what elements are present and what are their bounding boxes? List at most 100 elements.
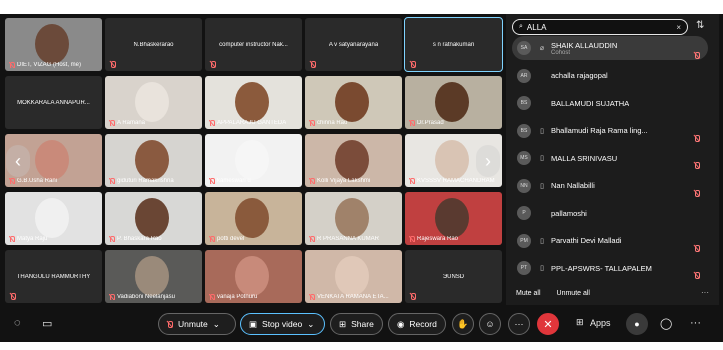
chevron-down-icon[interactable]: ⌄: [307, 319, 314, 330]
participant-tile[interactable]: ЭUNSD: [405, 250, 502, 303]
mic-off-icon: [694, 162, 700, 169]
participant-tile[interactable]: Matya Raju: [5, 192, 102, 245]
clear-search-icon[interactable]: ×: [676, 23, 681, 32]
participant-tile[interactable]: s n ratnakumari: [404, 17, 503, 72]
unmute-all-button[interactable]: Unmute all: [557, 290, 590, 297]
participant-name: Nan Nallabilli: [551, 181, 595, 190]
participant-face: [235, 256, 269, 296]
mic-off-icon: [209, 294, 215, 300]
apps-button[interactable]: Apps: [590, 318, 611, 328]
hand-raise-button[interactable]: ✋: [452, 313, 474, 335]
participant-tile[interactable]: A v satyanarayana: [305, 18, 402, 71]
previous-page-arrow[interactable]: ‹: [6, 145, 30, 177]
search-query[interactable]: ALLA: [527, 23, 672, 32]
participant-face: [235, 140, 269, 180]
mute-all-button[interactable]: Mute all: [516, 290, 541, 297]
tile-name-label: chinna Rao: [309, 120, 347, 126]
tile-name-text: chinna Rao: [317, 120, 348, 126]
sort-icon[interactable]: ⇅: [696, 20, 704, 31]
stop-video-button[interactable]: ▣ Stop video ⌄: [240, 313, 325, 335]
tile-name-label: Dr.Prasad: [409, 120, 444, 126]
participant-tile[interactable]: DIET, VIZAG (Host, me): [5, 18, 102, 71]
chat-icon[interactable]: ◯: [660, 317, 672, 330]
video-grid: DIET, VIZAG (Host, me) N.Bhaskerarao compu…: [3, 17, 503, 305]
avatar: BS: [517, 96, 531, 110]
more-options-button[interactable]: ···: [508, 313, 530, 335]
participant-face: [335, 256, 369, 296]
participant-row[interactable]: BS BALLAMUDI SUJATHA: [512, 91, 708, 115]
participant-tile[interactable]: vanaja Potnuru: [205, 250, 302, 303]
participant-row[interactable]: PT ▯ PPL-APSWRS- TALLAPALEM: [512, 256, 708, 280]
captions-icon[interactable]: ▭: [42, 317, 52, 330]
tile-name-text: G.B.Usha Rani: [17, 178, 58, 184]
participant-row[interactable]: Ppallamoshi: [512, 201, 708, 225]
participant-tile[interactable]: APPALARAJU GANTEDA: [205, 76, 302, 129]
panel-more-button[interactable]: ···: [701, 288, 709, 297]
participant-tile[interactable]: kameswari u: [205, 134, 302, 187]
participant-tile[interactable]: P. Bhaskara Rao: [105, 192, 202, 245]
participant-search-input[interactable]: ⌕ ALLA ×: [512, 19, 688, 35]
participant-name: PPL-APSWRS- TALLAPALEM: [551, 263, 652, 273]
more-panels-icon[interactable]: ···: [690, 317, 701, 329]
participant-row[interactable]: SA ⌀ SHAIK ALLAUDDIN Cohost: [512, 36, 708, 60]
mic-off-icon: [694, 189, 700, 197]
mic-off-icon: [110, 61, 116, 68]
participant-tile[interactable]: A Ramana: [105, 76, 202, 129]
next-page-arrow[interactable]: ›: [476, 145, 500, 177]
participant-face: [35, 198, 69, 238]
participant-mute-status[interactable]: [694, 265, 700, 283]
participants-button[interactable]: ●: [626, 313, 648, 335]
participant-tile[interactable]: Dr.Prasad: [405, 76, 502, 129]
participant-mute-status[interactable]: [694, 155, 700, 173]
share-icon: ⊞: [339, 318, 347, 329]
participant-tile[interactable]: R PRASANNA KUMAR: [305, 192, 402, 245]
participant-tile[interactable]: Kolli Vijaya Lakshmi: [305, 134, 402, 187]
leave-meeting-button[interactable]: ✕: [537, 313, 559, 335]
participant-tile[interactable]: potti devel: [205, 192, 302, 245]
avatar: SA: [517, 41, 531, 55]
tile-name-label: A Ramana: [109, 120, 145, 126]
participant-tile[interactable]: MOKKARALA ANNAPUR...: [5, 76, 102, 129]
participant-tile[interactable]: Vadiaboni Neelanjasu: [105, 250, 202, 303]
participant-row[interactable]: BS ▯ Bhallamudi Raja Rama ling...: [512, 119, 708, 143]
unmute-button[interactable]: Unmute ⌄: [158, 313, 236, 335]
tile-name-label: VENKATA RAMANA ETA...: [309, 294, 389, 300]
device-icon: ▯: [540, 237, 544, 245]
share-button[interactable]: ⊞ Share: [330, 313, 383, 335]
participant-tile[interactable]: Rajeswara Rao: [405, 192, 502, 245]
tile-name-label: MOKKARALA ANNAPUR...: [9, 76, 98, 129]
participant-tile[interactable]: computer instructor Nak...: [205, 18, 302, 71]
reactions-icon[interactable]: ◌: [14, 317, 21, 329]
tile-name-text: P. Bhaskara Rao: [117, 236, 162, 242]
mic-off-icon: [310, 61, 316, 68]
participant-mute-status[interactable]: [694, 238, 700, 256]
mic-off-icon: [209, 178, 215, 184]
chevron-down-icon[interactable]: ⌄: [213, 319, 220, 330]
participant-row[interactable]: PM ▯ Parvathi Devi Malladi: [512, 229, 708, 253]
participant-tile[interactable]: THANGULU RAMMURTHY: [5, 250, 102, 303]
record-icon: ◉: [397, 318, 405, 329]
tile-name-label: G.B.Usha Rani: [9, 178, 57, 184]
participant-face: [35, 140, 69, 180]
tile-name-text: Kolli Vijaya Lakshmi: [317, 178, 371, 184]
participant-mute-status[interactable]: [694, 128, 700, 146]
participant-tile[interactable]: chinna Rao: [305, 76, 402, 129]
participant-row[interactable]: NN ▯ Nan Nallabilli: [512, 174, 708, 198]
participant-row[interactable]: MS ▯ MALLA SRINIVASU: [512, 146, 708, 170]
close-icon: ✕: [543, 318, 553, 331]
participant-tile[interactable]: N.Bhaskerarao: [105, 18, 202, 71]
chevron-right-icon: ›: [485, 150, 491, 171]
participant-face: [435, 140, 469, 180]
record-button[interactable]: ◉ Record: [388, 313, 446, 335]
tile-name-text: kameswari u: [217, 178, 251, 184]
participant-mute-status[interactable]: [694, 183, 700, 201]
participant-tile[interactable]: VENKATA RAMANA ETA...: [305, 250, 402, 303]
meeting-window: DIET, VIZAG (Host, me) N.Bhaskerarao compu…: [0, 0, 723, 350]
emoji-button[interactable]: ☺: [479, 313, 501, 335]
participant-mute-status[interactable]: [694, 45, 700, 63]
apps-icon[interactable]: ⊞: [576, 317, 584, 328]
tile-name-label: Vadiaboni Neelanjasu: [109, 294, 175, 300]
participant-tile[interactable]: giduturi Ramakrishna: [105, 134, 202, 187]
participant-row[interactable]: AR achalla rajagopal: [512, 64, 708, 88]
emoji-icon: ☺: [485, 319, 495, 329]
